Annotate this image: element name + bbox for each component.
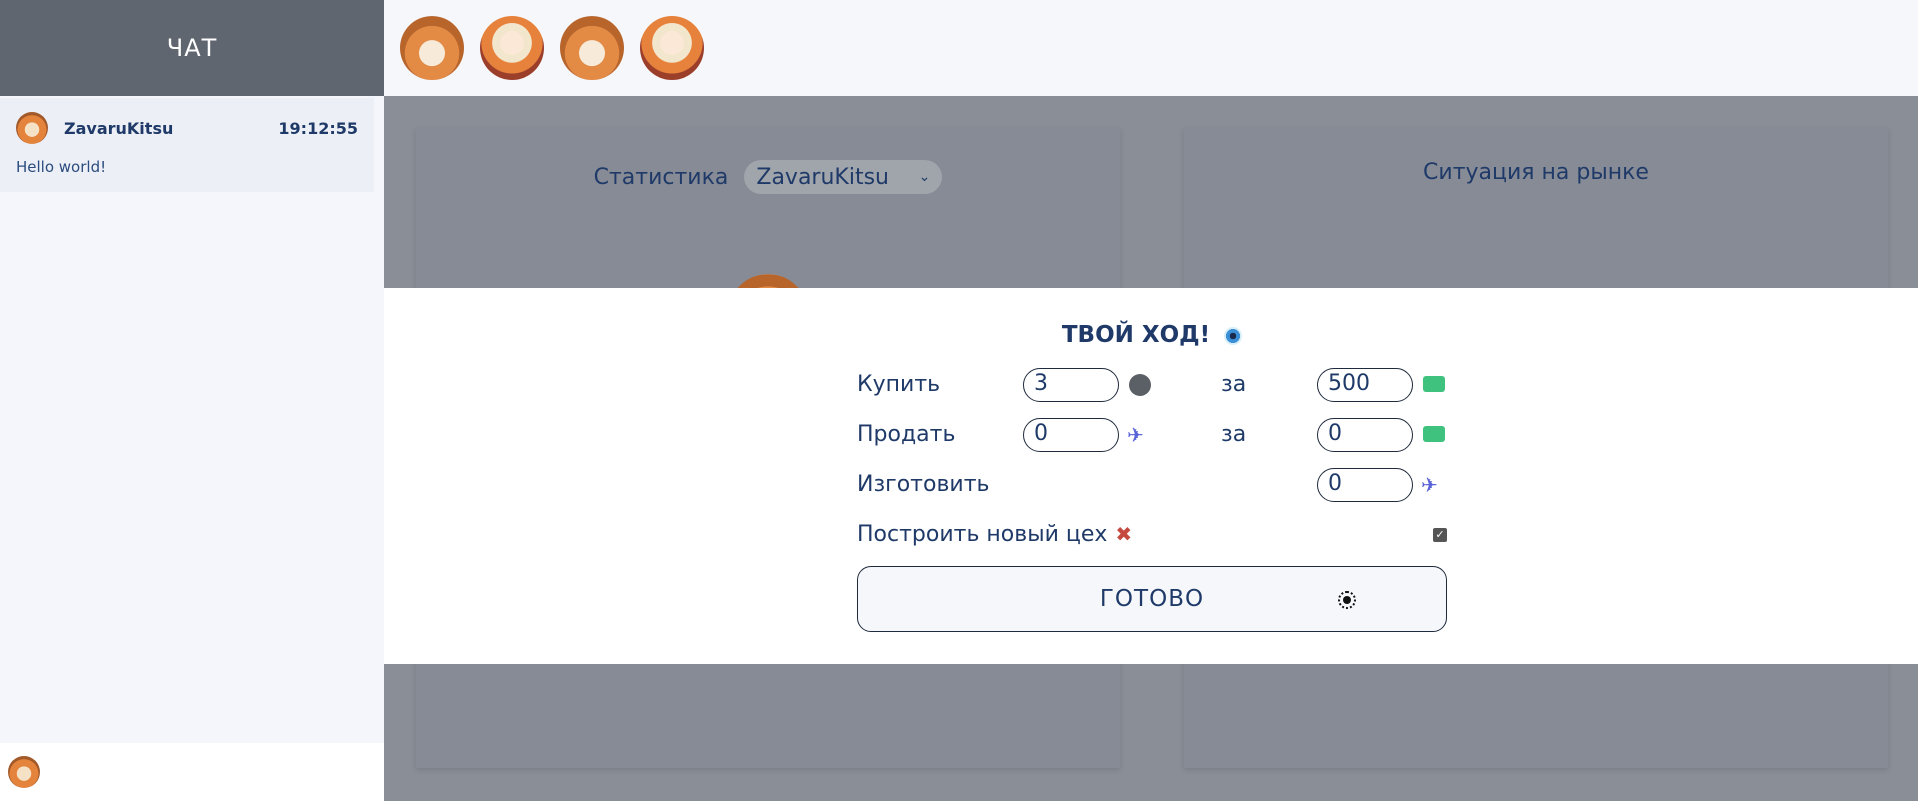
eye-icon	[1224, 326, 1243, 345]
chat-message-text: Hello world!	[16, 158, 107, 176]
produce-row: Изготовить 0 ✈	[857, 468, 1447, 504]
done-button-label: ГОТОВО	[1099, 586, 1205, 612]
stats-selected-player: ZavaruKitsu	[756, 164, 889, 190]
plane-icon: ✈	[1421, 473, 1438, 497]
own-avatar[interactable]	[8, 756, 40, 788]
buy-price-input[interactable]: 500	[1317, 368, 1413, 402]
money-icon	[1423, 376, 1445, 392]
buy-label: Купить	[857, 372, 941, 397]
stats-player-select[interactable]: ZavaruKitsu ⌄	[744, 160, 943, 194]
chat-message: ZavaruKitsu 19:12:55 Hello world!	[0, 98, 374, 192]
build-row: Построить новый цех ✖ ✓	[857, 518, 1447, 554]
player-avatar[interactable]	[560, 16, 624, 80]
turn-title: ТВОЙ ХОД!	[857, 322, 1447, 348]
avatar[interactable]	[16, 112, 48, 144]
sell-label: Продать	[857, 422, 956, 447]
build-checkbox[interactable]: ✓	[1433, 528, 1447, 542]
buy-row: Купить 3 за 500	[857, 368, 1447, 404]
money-icon	[1423, 426, 1445, 442]
turn-modal: ТВОЙ ХОД! Купить 3 за 500 Продать 0 ✈ за…	[384, 288, 1918, 664]
buy-for-label: за	[1221, 372, 1247, 397]
build-label-text: Построить новый цех	[857, 522, 1108, 547]
stats-label: Статистика	[593, 164, 729, 190]
produce-quantity-input[interactable]: 0	[1317, 468, 1413, 502]
chat-sidebar: ЧАТ ZavaruKitsu 19:12:55 Hello world!	[0, 0, 384, 801]
chat-header: ЧАТ	[0, 0, 384, 96]
done-button[interactable]: ГОТОВО	[857, 566, 1447, 632]
chat-message-user: ZavaruKitsu	[64, 118, 174, 138]
sell-for-label: за	[1221, 422, 1247, 447]
raw-material-icon	[1129, 374, 1151, 396]
turn-title-text: ТВОЙ ХОД!	[1061, 322, 1211, 348]
plane-icon: ✈	[1127, 423, 1144, 447]
buy-quantity-input[interactable]: 3	[1023, 368, 1119, 402]
market-title: Ситуация на рынке	[1423, 160, 1649, 185]
chat-title: ЧАТ	[166, 34, 218, 62]
chevron-down-icon: ⌄	[918, 169, 931, 185]
build-label: Построить новый цех ✖	[857, 522, 1132, 547]
chat-input-bar[interactable]	[0, 743, 384, 801]
player-avatar[interactable]	[400, 16, 464, 80]
chat-message-time: 19:12:55	[278, 118, 358, 138]
player-avatar[interactable]	[480, 16, 544, 80]
player-avatar[interactable]	[640, 16, 704, 80]
sell-price-input[interactable]: 0	[1317, 418, 1413, 452]
tools-icon: ✖	[1115, 522, 1133, 546]
sell-quantity-input[interactable]: 0	[1023, 418, 1119, 452]
players-bar	[384, 0, 1918, 96]
loading-spinner-icon	[1338, 591, 1356, 609]
sell-row: Продать 0 ✈ за 0	[857, 418, 1447, 454]
produce-label: Изготовить	[857, 472, 990, 497]
